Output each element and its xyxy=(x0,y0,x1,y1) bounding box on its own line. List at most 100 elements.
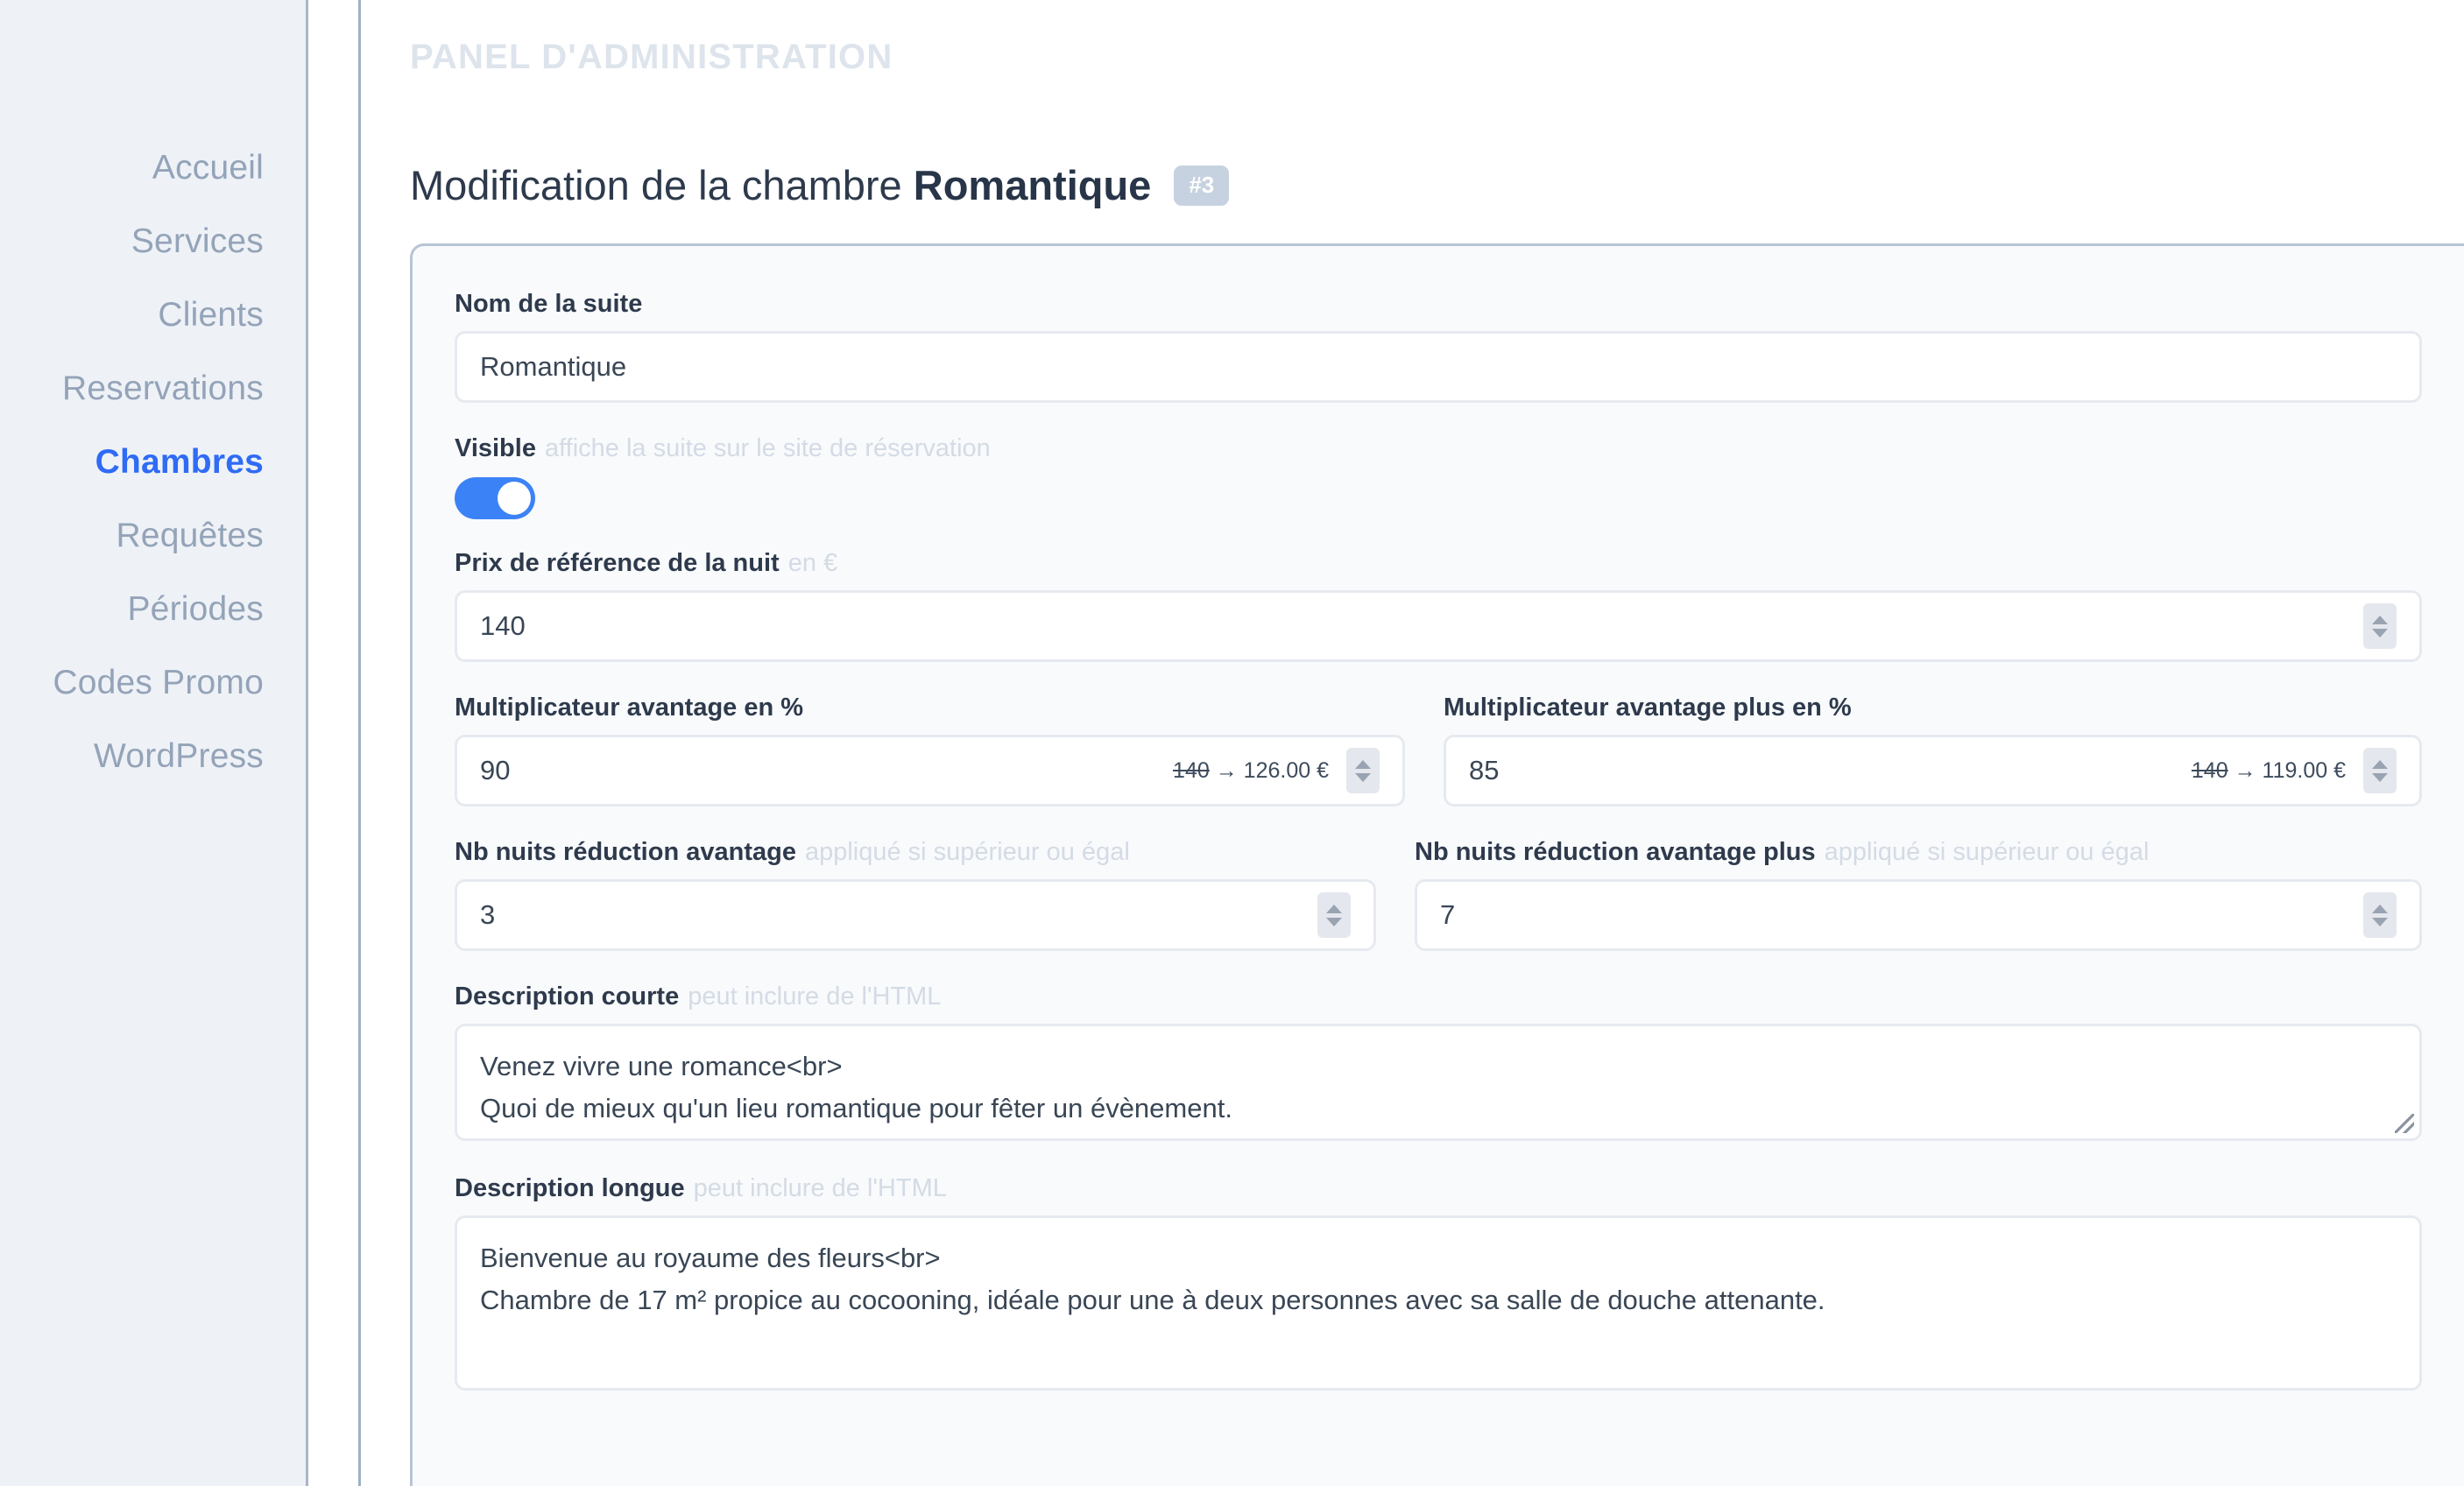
chevron-down-icon[interactable] xyxy=(1355,772,1371,782)
label-hint: affiche la suite sur le site de réservat… xyxy=(544,434,991,462)
input-multiplicateur-avantage[interactable]: 90 140 → 126.00 € xyxy=(455,735,1405,806)
label-text: Nb nuits réduction avantage plus xyxy=(1415,838,1816,866)
chevron-up-icon[interactable] xyxy=(2372,759,2388,769)
sidebar-content-gap xyxy=(308,0,358,1486)
chevron-up-icon[interactable] xyxy=(2372,615,2388,624)
chevron-down-icon[interactable] xyxy=(2372,628,2388,637)
input-value: 90 xyxy=(480,755,511,785)
new-price: 119.00 € xyxy=(2262,757,2346,783)
visible-toggle-switch[interactable] xyxy=(455,477,535,519)
sidebar-item-chambres[interactable]: Chambres xyxy=(0,426,306,499)
chevron-up-icon[interactable] xyxy=(2372,904,2388,913)
row-multiplicateurs: Multiplicateur avantage en % 90 140 → 12… xyxy=(455,694,2422,806)
chevron-down-icon[interactable] xyxy=(2372,917,2388,926)
textarea-line-2: Chambre de 17 m² propice au cocooning, i… xyxy=(480,1285,1825,1315)
field-nb-nuits-avantage: Nb nuits réduction avantage appliqué si s… xyxy=(455,838,1376,951)
sidebar-item-accueil[interactable]: Accueil xyxy=(0,131,306,205)
number-spinner[interactable] xyxy=(1317,892,1351,938)
sidebar-item-reservations[interactable]: Reservations xyxy=(0,352,306,426)
field-visible: Visible affiche la suite sur le site de r… xyxy=(455,434,2422,519)
label-visible: Visible affiche la suite sur le site de r… xyxy=(455,434,2422,463)
page-title: Modification de la chambre Romantique xyxy=(410,161,1151,209)
textarea-line-1: Bienvenue au royaume des fleurs<br> xyxy=(480,1243,941,1273)
computed-price-hint: 140 → 126.00 € xyxy=(1173,758,1329,784)
number-spinner[interactable] xyxy=(1346,748,1380,793)
new-price: 126.00 € xyxy=(1243,757,1329,783)
input-value: 140 xyxy=(480,610,526,641)
label-text: Description courte xyxy=(455,982,680,1011)
sidebar-item-codes-promo[interactable]: Codes Promo xyxy=(0,646,306,720)
input-multiplicateur-avantage-plus[interactable]: 85 140 → 119.00 € xyxy=(1444,735,2422,806)
label-text: Multiplicateur avantage en % xyxy=(455,694,804,722)
textarea-description-courte[interactable]: Venez vivre une romance<br> Quoi de mieu… xyxy=(455,1024,2422,1141)
sidebar-item-periodes[interactable]: Périodes xyxy=(0,573,306,646)
resize-handle-icon[interactable] xyxy=(2395,1114,2414,1133)
label-description-longue: Description longue peut inclure de l'HTML xyxy=(455,1174,2422,1203)
label-prix-de-reference: Prix de référence de la nuit en € xyxy=(455,549,2422,578)
textarea-description-longue[interactable]: Bienvenue au royaume des fleurs<br> Cham… xyxy=(455,1215,2422,1391)
label-text: Description longue xyxy=(455,1174,685,1202)
label-hint: peut inclure de l'HTML xyxy=(693,1174,947,1202)
toggle-knob xyxy=(498,482,531,515)
label-multiplicateur-avantage: Multiplicateur avantage en % xyxy=(455,694,1405,722)
field-multiplicateur-avantage-plus: Multiplicateur avantage plus en % 85 140… xyxy=(1444,694,2422,806)
column-gap xyxy=(1405,694,1444,806)
label-hint: appliqué si supérieur ou égal xyxy=(1824,838,2150,866)
input-nb-nuits-avantage-plus[interactable]: 7 xyxy=(1415,879,2422,951)
label-description-courte: Description courte peut inclure de l'HTML xyxy=(455,982,2422,1011)
field-nom-de-la-suite: Nom de la suite Romantique xyxy=(455,290,2422,403)
textarea-line-2: Quoi de mieux qu'un lieu romantique pour… xyxy=(480,1093,1232,1123)
input-value: 7 xyxy=(1440,899,1456,930)
number-spinner[interactable] xyxy=(2363,748,2397,793)
chevron-up-icon[interactable] xyxy=(1326,904,1342,913)
page-title-row: Modification de la chambre Romantique #3 xyxy=(361,77,2464,209)
row-nb-nuits: Nb nuits réduction avantage appliqué si s… xyxy=(455,838,2422,951)
label-multiplicateur-avantage-plus: Multiplicateur avantage plus en % xyxy=(1444,694,2422,722)
old-price: 140 xyxy=(2191,757,2228,783)
column-gap xyxy=(1376,838,1415,951)
main-content: PANEL D'ADMINISTRATION Modification de l… xyxy=(358,0,2464,1486)
arrow-icon: → xyxy=(2234,757,2256,783)
arrow-icon: → xyxy=(1215,757,1238,783)
sidebar: Accueil Services Clients Reservations Ch… xyxy=(0,0,308,1486)
sidebar-item-services[interactable]: Services xyxy=(0,205,306,278)
input-nb-nuits-avantage[interactable]: 3 xyxy=(455,879,1376,951)
field-description-courte: Description courte peut inclure de l'HTML… xyxy=(455,982,2422,1141)
chevron-down-icon[interactable] xyxy=(1326,917,1342,926)
label-nb-nuits-avantage-plus: Nb nuits réduction avantage plus appliqué… xyxy=(1415,838,2422,867)
label-nom-de-la-suite: Nom de la suite xyxy=(455,290,2422,319)
computed-price-hint: 140 → 119.00 € xyxy=(2192,758,2346,784)
admin-panel-app: Accueil Services Clients Reservations Ch… xyxy=(0,0,2464,1486)
label-text: Nom de la suite xyxy=(455,290,643,318)
input-value: Romantique xyxy=(480,351,627,382)
chevron-up-icon[interactable] xyxy=(1355,759,1371,769)
sidebar-item-clients[interactable]: Clients xyxy=(0,278,306,352)
label-text: Prix de référence de la nuit xyxy=(455,549,780,577)
field-nb-nuits-avantage-plus: Nb nuits réduction avantage plus appliqué… xyxy=(1415,838,2422,951)
input-value: 3 xyxy=(480,899,496,930)
label-nb-nuits-avantage: Nb nuits réduction avantage appliqué si s… xyxy=(455,838,1376,867)
input-prix-de-reference[interactable]: 140 xyxy=(455,590,2422,662)
label-hint: peut inclure de l'HTML xyxy=(688,982,942,1011)
app-kicker-title: PANEL D'ADMINISTRATION xyxy=(410,38,893,76)
label-hint: appliqué si supérieur ou égal xyxy=(804,838,1130,866)
label-hint: en € xyxy=(787,549,838,577)
room-edit-form-card: Nom de la suite Romantique Visible affich… xyxy=(410,243,2464,1486)
label-text: Visible xyxy=(455,434,536,462)
field-prix-de-reference: Prix de référence de la nuit en € 140 xyxy=(455,549,2422,662)
label-text: Multiplicateur avantage plus en % xyxy=(1444,694,1852,722)
textarea-line-1: Venez vivre une romance<br> xyxy=(480,1051,843,1081)
field-multiplicateur-avantage: Multiplicateur avantage en % 90 140 → 12… xyxy=(455,694,1405,806)
input-value: 85 xyxy=(1469,755,1500,785)
input-nom-de-la-suite[interactable]: Romantique xyxy=(455,331,2422,403)
page-title-room-name: Romantique xyxy=(913,162,1152,208)
sidebar-item-wordpress[interactable]: WordPress xyxy=(0,720,306,793)
chevron-down-icon[interactable] xyxy=(2372,772,2388,782)
label-text: Nb nuits réduction avantage xyxy=(455,838,796,866)
number-spinner[interactable] xyxy=(2363,892,2397,938)
sidebar-item-requetes[interactable]: Requêtes xyxy=(0,499,306,573)
room-id-badge: #3 xyxy=(1174,165,1230,206)
field-description-longue: Description longue peut inclure de l'HTML… xyxy=(455,1174,2422,1391)
number-spinner[interactable] xyxy=(2363,603,2397,649)
page-title-prefix: Modification de la chambre xyxy=(410,162,914,208)
